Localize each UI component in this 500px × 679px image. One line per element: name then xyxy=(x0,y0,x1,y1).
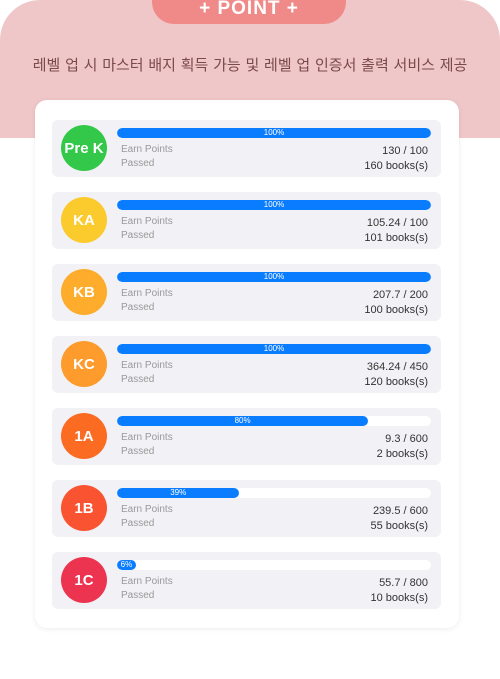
point-badge: + POINT + xyxy=(152,0,346,24)
points-value: 130 / 100 xyxy=(382,145,428,157)
points-value: 207.7 / 200 xyxy=(372,289,428,301)
books-value: 100 books(s) xyxy=(364,304,428,316)
progress-bar: 80% xyxy=(117,416,431,426)
progress-bar: 100% xyxy=(117,200,431,210)
earn-points-label: Earn Points xyxy=(121,288,173,299)
progress-bar: 100% xyxy=(117,344,431,354)
level-row: 1A 80% Earn Points Passed 9.3 / 600 2 bo… xyxy=(52,408,441,465)
points-value: 105.24 / 100 xyxy=(366,217,428,229)
progress-fill: 39% xyxy=(117,488,240,498)
progress-fill: 100% xyxy=(117,272,431,282)
passed-label: Passed xyxy=(121,302,155,313)
level-row: 1C 6% Earn Points Passed 55.7 / 800 10 b… xyxy=(52,552,441,609)
books-value: 2 books(s) xyxy=(376,448,428,460)
progress-bar: 6% xyxy=(117,560,431,570)
books-value: 120 books(s) xyxy=(364,376,428,388)
level-row: KC 100% Earn Points Passed 364.24 / 450 … xyxy=(52,336,441,393)
passed-label: Passed xyxy=(121,158,155,169)
points-value: 239.5 / 600 xyxy=(372,505,428,517)
level-badge: KA xyxy=(61,197,107,243)
progress-fill: 100% xyxy=(117,200,431,210)
points-value: 9.3 / 600 xyxy=(385,433,428,445)
points-value: 55.7 / 800 xyxy=(379,577,428,589)
level-badge: Pre K xyxy=(61,125,107,171)
level-row: Pre K 100% Earn Points Passed 130 / 100 … xyxy=(52,120,441,177)
level-badge: 1C xyxy=(61,557,107,603)
passed-label: Passed xyxy=(121,590,155,601)
level-badge: 1A xyxy=(61,413,107,459)
earn-points-label: Earn Points xyxy=(121,360,173,371)
level-row: KB 100% Earn Points Passed 207.7 / 200 1… xyxy=(52,264,441,321)
progress-bar: 100% xyxy=(117,128,431,138)
progress-bar: 39% xyxy=(117,488,431,498)
progress-fill: 6% xyxy=(117,560,136,570)
books-value: 55 books(s) xyxy=(370,520,428,532)
level-row: 1B 39% Earn Points Passed 239.5 / 600 55… xyxy=(52,480,441,537)
earn-points-label: Earn Points xyxy=(121,432,173,443)
earn-points-label: Earn Points xyxy=(121,216,173,227)
books-value: 10 books(s) xyxy=(370,592,428,604)
progress-fill: 100% xyxy=(117,344,431,354)
earn-points-label: Earn Points xyxy=(121,576,173,587)
level-badge: 1B xyxy=(61,485,107,531)
points-value: 364.24 / 450 xyxy=(366,361,428,373)
progress-fill: 80% xyxy=(117,416,369,426)
passed-label: Passed xyxy=(121,518,155,529)
level-badge: KB xyxy=(61,269,107,315)
passed-label: Passed xyxy=(121,446,155,457)
level-row: KA 100% Earn Points Passed 105.24 / 100 … xyxy=(52,192,441,249)
earn-points-label: Earn Points xyxy=(121,504,173,515)
progress-fill: 100% xyxy=(117,128,431,138)
books-value: 101 books(s) xyxy=(364,232,428,244)
levels-card: Pre K 100% Earn Points Passed 130 / 100 … xyxy=(35,100,459,628)
subtitle: 레벨 업 시 마스터 배지 획득 가능 및 레벨 업 인증서 출력 서비스 제공 xyxy=(32,56,468,74)
books-value: 160 books(s) xyxy=(364,160,428,172)
passed-label: Passed xyxy=(121,374,155,385)
progress-bar: 100% xyxy=(117,272,431,282)
passed-label: Passed xyxy=(121,230,155,241)
level-badge: KC xyxy=(61,341,107,387)
earn-points-label: Earn Points xyxy=(121,144,173,155)
